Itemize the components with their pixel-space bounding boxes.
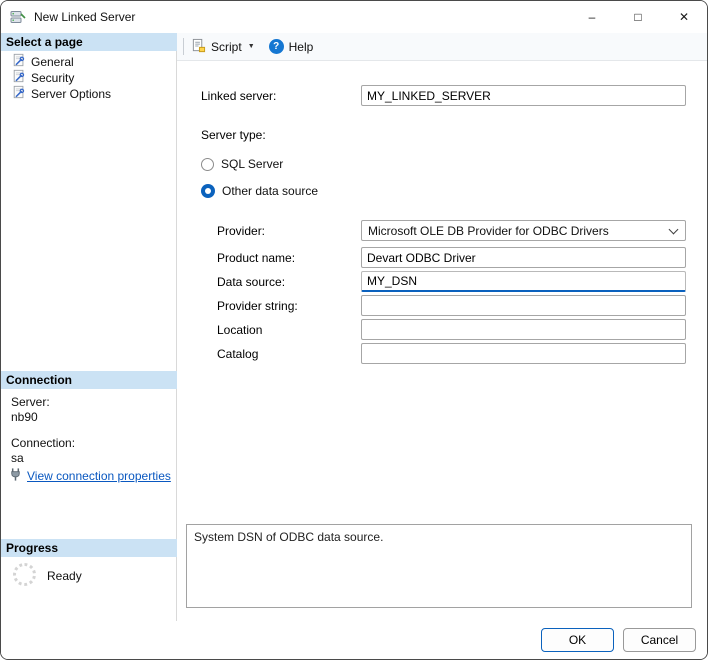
ok-button[interactable]: OK bbox=[541, 628, 614, 652]
description-box: System DSN of ODBC data source. bbox=[186, 524, 692, 608]
chevron-down-icon[interactable]: ▼ bbox=[248, 43, 255, 50]
chevron-down-icon bbox=[668, 224, 679, 234]
script-button-label: Script bbox=[211, 39, 242, 54]
catalog-input[interactable] bbox=[361, 343, 686, 364]
other-data-source-radio-label: Other data source bbox=[222, 184, 319, 198]
view-connection-properties-link[interactable]: View connection properties bbox=[27, 469, 171, 483]
maximize-button[interactable]: □ bbox=[615, 1, 661, 33]
data-source-input[interactable] bbox=[361, 271, 686, 292]
progress-status: Ready bbox=[47, 569, 82, 583]
linked-server-label: Linked server: bbox=[201, 89, 277, 103]
window-controls: – □ ✕ bbox=[569, 1, 707, 33]
sql-server-radio-label: SQL Server bbox=[221, 157, 284, 171]
location-label: Location bbox=[217, 323, 263, 337]
maximize-icon: □ bbox=[634, 10, 642, 24]
product-name-label: Product name: bbox=[217, 251, 296, 265]
progress-header: Progress bbox=[1, 539, 177, 557]
provider-string-label: Provider string: bbox=[217, 299, 298, 313]
provider-string-input[interactable] bbox=[361, 295, 686, 316]
provider-dropdown-value: Microsoft OLE DB Provider for ODBC Drive… bbox=[368, 223, 609, 238]
connection-value: sa bbox=[11, 451, 24, 465]
catalog-label: Catalog bbox=[217, 347, 259, 361]
footer: OK Cancel bbox=[1, 621, 707, 659]
minimize-icon: – bbox=[588, 10, 596, 24]
sidebar: Select a page General Security Server Op… bbox=[1, 33, 177, 623]
cancel-button[interactable]: Cancel bbox=[623, 628, 696, 652]
product-name-input[interactable] bbox=[361, 247, 686, 268]
close-icon: ✕ bbox=[678, 10, 690, 24]
linked-server-input[interactable] bbox=[361, 85, 686, 106]
window-title: New Linked Server bbox=[34, 10, 136, 24]
page-wrench-icon bbox=[12, 69, 26, 86]
sidebar-item-label: Security bbox=[31, 70, 75, 85]
toolbar: Script ▼ ? Help bbox=[177, 33, 707, 61]
select-a-page-header: Select a page bbox=[1, 33, 177, 51]
linked-server-window-icon bbox=[10, 9, 26, 25]
server-label: Server: bbox=[11, 395, 50, 409]
sidebar-item-general[interactable]: General bbox=[1, 53, 176, 70]
radio-unselected-icon[interactable] bbox=[201, 157, 214, 171]
minimize-button[interactable]: – bbox=[569, 1, 615, 33]
main-panel: Script ▼ ? Help Linked server: Server ty… bbox=[177, 33, 707, 623]
view-connection-properties[interactable]: View connection properties bbox=[8, 467, 171, 485]
location-input[interactable] bbox=[361, 319, 686, 340]
radio-selected-icon[interactable] bbox=[201, 184, 215, 198]
title-bar: New Linked Server – □ ✕ bbox=[1, 1, 707, 33]
connection-header: Connection bbox=[1, 371, 177, 389]
sidebar-item-server-options[interactable]: Server Options bbox=[1, 85, 176, 102]
connection-label: Connection: bbox=[11, 436, 76, 450]
sql-server-radio-option[interactable]: SQL Server bbox=[201, 157, 283, 171]
data-source-label: Data source: bbox=[217, 275, 286, 289]
script-icon bbox=[191, 38, 206, 56]
help-icon: ? bbox=[268, 39, 284, 54]
close-button[interactable]: ✕ bbox=[661, 1, 707, 33]
help-button[interactable]: ? Help bbox=[262, 35, 321, 59]
provider-label: Provider: bbox=[217, 224, 266, 238]
progress-spinner-icon bbox=[13, 563, 36, 586]
sidebar-item-label: General bbox=[31, 54, 74, 69]
sidebar-item-label: Server Options bbox=[31, 86, 112, 101]
server-type-label: Server type: bbox=[201, 128, 266, 142]
page-wrench-icon bbox=[12, 85, 26, 102]
plug-icon bbox=[8, 467, 23, 485]
new-linked-server-dialog: New Linked Server – □ ✕ Select a page Ge… bbox=[0, 0, 708, 660]
provider-dropdown[interactable]: Microsoft OLE DB Provider for ODBC Drive… bbox=[361, 220, 686, 241]
other-data-source-radio-option[interactable]: Other data source bbox=[201, 184, 318, 198]
sidebar-item-security[interactable]: Security bbox=[1, 69, 176, 86]
page-wrench-icon bbox=[12, 53, 26, 70]
help-button-label: Help bbox=[288, 39, 314, 54]
script-button[interactable]: Script ▼ bbox=[184, 35, 262, 59]
server-value: nb90 bbox=[11, 410, 38, 424]
